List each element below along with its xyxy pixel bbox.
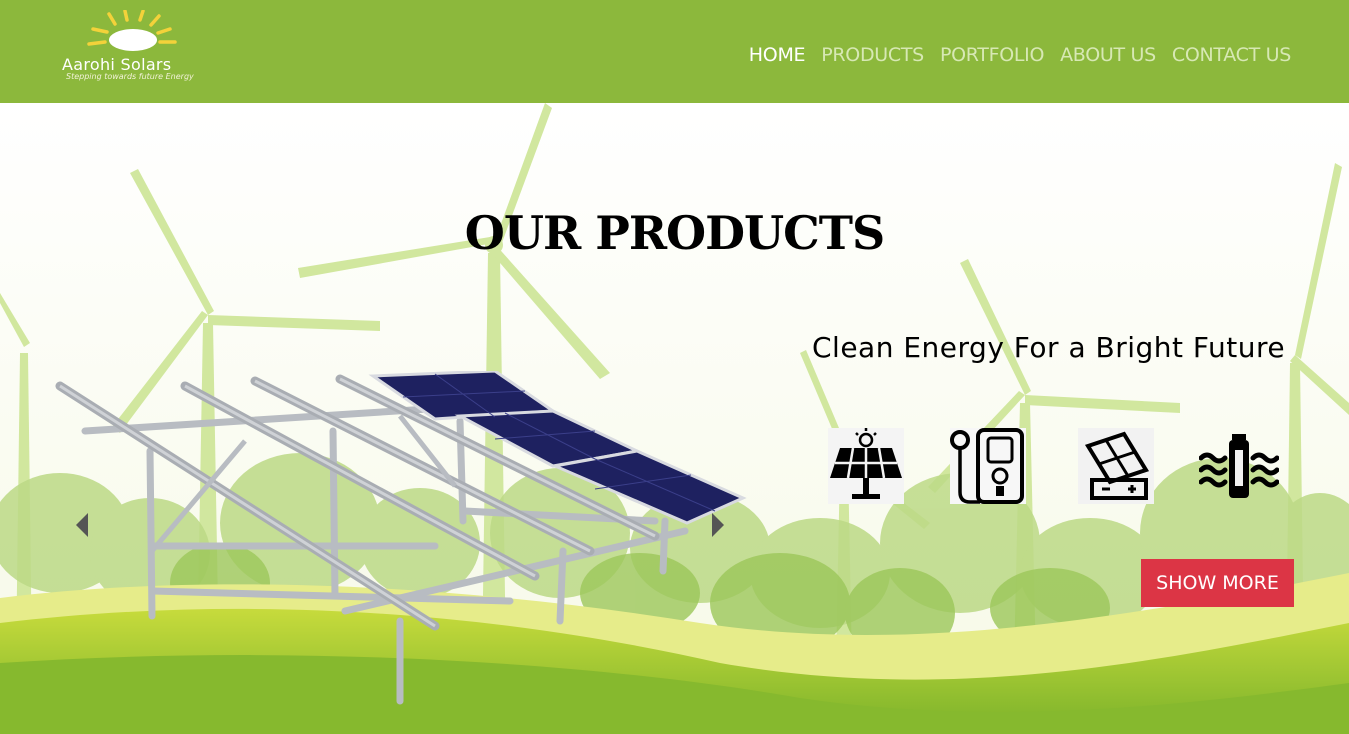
main-nav: HOME PRODUCTS PORTFOLIO ABOUT US CONTACT…	[749, 44, 1292, 66]
sun-logo-icon	[87, 10, 177, 51]
solar-pump-icon	[1198, 426, 1280, 506]
hero-carousel: OUR PRODUCTS Clean Energy For a Bright F…	[0, 103, 1349, 734]
chevron-right-icon	[712, 513, 724, 537]
nav-home[interactable]: HOME	[749, 44, 806, 66]
solar-panel-icon	[826, 426, 906, 506]
hero-tagline: Clean Energy For a Bright Future	[812, 331, 1286, 364]
chevron-left-icon	[76, 513, 88, 537]
solar-mounting-structure-image	[55, 371, 747, 705]
nav-products[interactable]: PRODUCTS	[821, 44, 924, 66]
brand-logo[interactable]: Aarohi Solars Stepping towards future En…	[60, 8, 220, 88]
site-header: Aarohi Solars Stepping towards future En…	[0, 0, 1349, 103]
carousel-prev-arrow[interactable]	[75, 513, 89, 537]
carousel-next-arrow[interactable]	[711, 513, 725, 537]
show-more-button[interactable]: SHOW MORE	[1141, 559, 1294, 607]
brand-tagline: Stepping towards future Energy	[66, 72, 194, 81]
water-heater-icon	[948, 426, 1028, 506]
products-heading: OUR PRODUCTS	[464, 206, 885, 260]
solar-battery-icon	[1076, 426, 1156, 506]
nav-contact-us[interactable]: CONTACT US	[1172, 44, 1291, 66]
nav-portfolio[interactable]: PORTFOLIO	[940, 44, 1044, 66]
nav-about-us[interactable]: ABOUT US	[1060, 44, 1156, 66]
